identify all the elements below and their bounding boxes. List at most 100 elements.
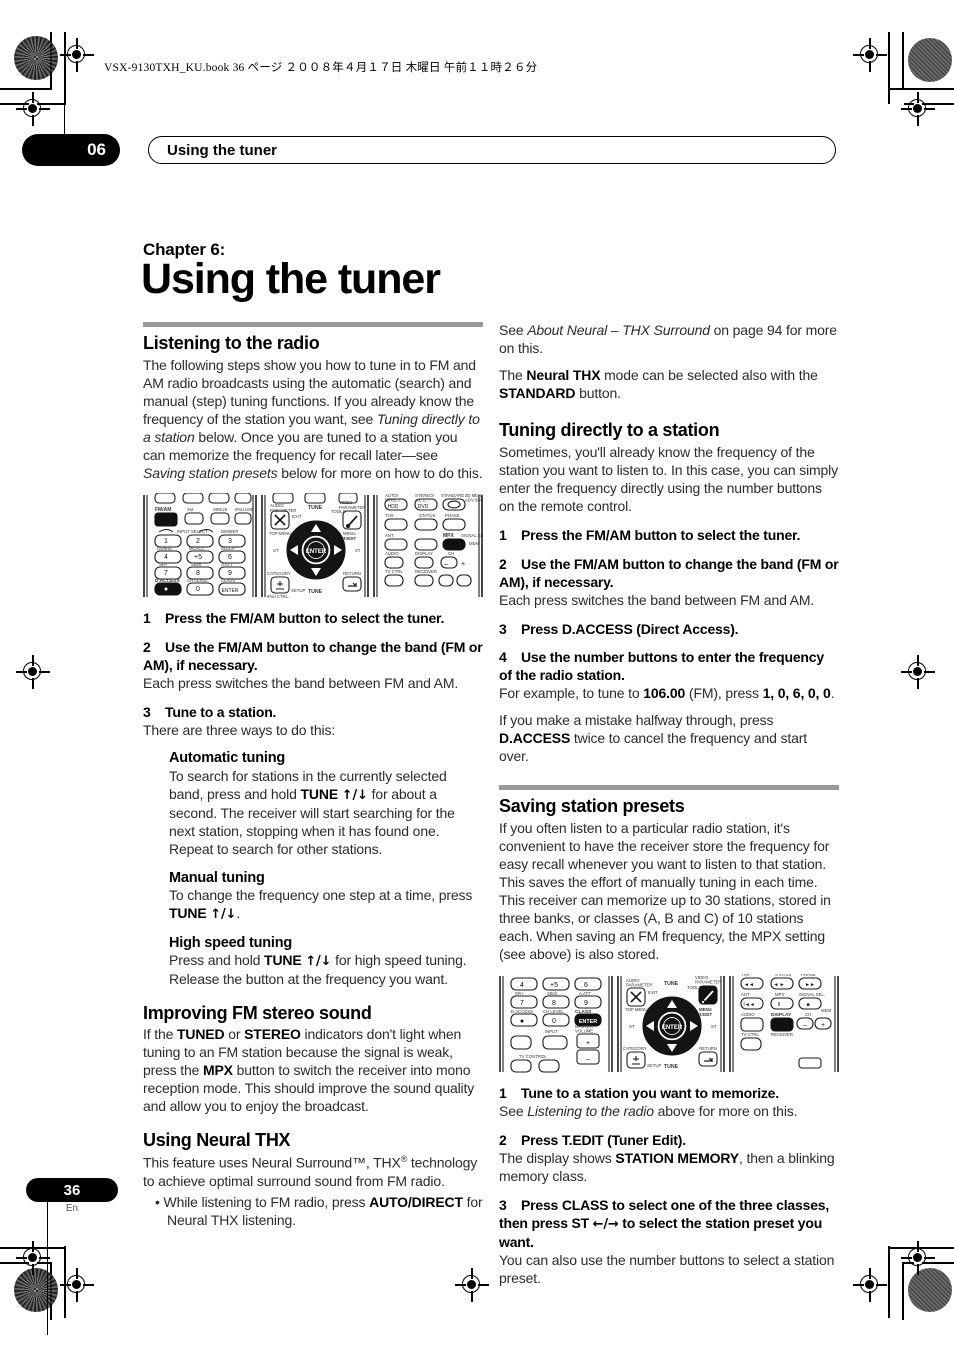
presets-intro: If you often listen to a particular radi… bbox=[499, 820, 831, 962]
svg-text:CH: CH bbox=[448, 551, 454, 556]
svg-text:SBch: SBch bbox=[191, 562, 202, 567]
svg-text:SIGNAL SEL.: SIGNAL SEL. bbox=[799, 992, 825, 997]
svg-text:●: ● bbox=[520, 1018, 524, 1025]
svg-text:7: 7 bbox=[520, 1000, 524, 1007]
svg-text:►►: ►► bbox=[805, 982, 815, 988]
svg-text:PARAMETER: PARAMETER bbox=[626, 983, 652, 988]
text: Press and hold bbox=[169, 951, 265, 968]
bold-stereo: STEREO bbox=[244, 1026, 301, 1043]
svg-text:SLEEP: SLEEP bbox=[221, 546, 235, 551]
bold-d-access: D.ACCESS bbox=[499, 730, 571, 747]
svg-text:SBch: SBch bbox=[547, 991, 558, 996]
text: The display shows bbox=[499, 1149, 616, 1166]
svg-text:THX: THX bbox=[385, 513, 394, 518]
svg-text:T.EDIT: T.EDIT bbox=[343, 536, 357, 541]
registration-mark bbox=[853, 1268, 887, 1302]
direct-tuning-intro: Sometimes, you'll already know the frequ… bbox=[499, 443, 838, 514]
manual-tuning-body: To change the frequency one step at a ti… bbox=[169, 887, 483, 924]
svg-text:MEM: MEM bbox=[469, 541, 479, 546]
bold-mpx: MPX bbox=[202, 1062, 233, 1079]
svg-text:INPUT SELECT: INPUT SELECT bbox=[177, 529, 208, 534]
text: . bbox=[236, 904, 241, 921]
svg-text:0: 0 bbox=[196, 586, 200, 593]
remote-control-illustration: ENTER bbox=[499, 974, 839, 1073]
svg-text:TV CONTROL: TV CONTROL bbox=[519, 1054, 547, 1059]
text: For example, to tune to bbox=[499, 685, 644, 702]
step-number: 1 bbox=[499, 526, 507, 543]
registration-mark bbox=[60, 1268, 94, 1302]
svg-text:ADV.SURR: ADV.SURR bbox=[465, 497, 483, 502]
section-heading-listening: Listening to the radio bbox=[143, 333, 320, 353]
automatic-tuning-body: To search for stations in the currently … bbox=[169, 768, 483, 859]
registration-mark bbox=[901, 655, 935, 689]
svg-text:6: 6 bbox=[584, 982, 588, 989]
svg-text:TOP MENU: TOP MENU bbox=[269, 531, 292, 536]
svg-text:CH: CH bbox=[805, 1012, 811, 1017]
svg-text:0: 0 bbox=[552, 1018, 556, 1025]
rt-step-2-body: Each press switches the band between FM … bbox=[499, 591, 815, 608]
svg-text:CH LEVEL: CH LEVEL bbox=[187, 578, 208, 583]
registration-mark bbox=[853, 38, 887, 72]
svg-text:D.ACCESS: D.ACCESS bbox=[511, 1009, 533, 1014]
svg-text:DISPLAY: DISPLAY bbox=[415, 551, 433, 556]
svg-text:3: 3 bbox=[228, 538, 232, 545]
left-right-arrow-icon: ←/→ bbox=[592, 1216, 619, 1232]
halftone-patch bbox=[14, 36, 58, 80]
registration-mark bbox=[455, 1268, 489, 1302]
svg-text:ENTER: ENTER bbox=[662, 1025, 683, 1031]
svg-text:+5: +5 bbox=[550, 982, 558, 989]
italic-cross-reference: About Neural – THX Surround bbox=[527, 322, 710, 338]
svg-text:I◄◄: I◄◄ bbox=[743, 1002, 754, 1008]
preset-step-1-body: See Listening to the radio above for mor… bbox=[499, 1103, 839, 1121]
chapter-number-badge: 06 bbox=[22, 134, 120, 166]
svg-text:ANT: ANT bbox=[741, 992, 750, 997]
svg-text:MPX: MPX bbox=[443, 533, 455, 539]
svg-text:CH LEVEL: CH LEVEL bbox=[543, 1009, 564, 1014]
preset-step-1: 1 Tune to a station you want to memorize. bbox=[499, 1085, 839, 1103]
section-rule bbox=[499, 785, 839, 791]
preset-step-2-body: The display shows STATION MEMORY, then a… bbox=[499, 1150, 839, 1186]
svg-text:+: + bbox=[461, 561, 465, 568]
rt-step-2: 2 Use the FM/AM button to change the band… bbox=[499, 556, 839, 592]
svg-text:GENRE: GENRE bbox=[157, 546, 172, 551]
svg-text:+5: +5 bbox=[194, 554, 202, 561]
subheading-automatic-tuning: Automatic tuning bbox=[169, 750, 286, 767]
step-number: 2 bbox=[499, 555, 507, 572]
svg-text:iPod CTRL.: iPod CTRL. bbox=[267, 594, 289, 599]
step-title: Tune to a station you want to memorize. bbox=[521, 1084, 779, 1101]
svg-text:A.L.C.: A.L.C. bbox=[415, 497, 427, 502]
svg-text:4: 4 bbox=[164, 554, 168, 561]
svg-text:■: ■ bbox=[806, 1002, 809, 1008]
step-2-body: Each press switches the band between FM … bbox=[143, 674, 459, 691]
right-column: See About Neural – THX Surround on page … bbox=[499, 322, 839, 1288]
step-title: Press D.ACCESS (Direct Access). bbox=[521, 620, 739, 637]
svg-text:SR+: SR+ bbox=[159, 562, 168, 567]
svg-text:SR+: SR+ bbox=[515, 991, 524, 996]
neural-note-p2: The Neural THX mode can be selected also… bbox=[499, 367, 839, 403]
svg-text:PARAMETER: PARAMETER bbox=[270, 508, 296, 513]
text: If the bbox=[143, 1026, 177, 1043]
bold-tune: TUNE bbox=[300, 785, 339, 802]
svg-text:SIGNAL SEL.: SIGNAL SEL. bbox=[461, 533, 483, 538]
svg-text:1: 1 bbox=[164, 538, 168, 545]
crop-line bbox=[888, 32, 890, 104]
svg-text:RECEIVER: RECEIVER bbox=[771, 1032, 793, 1037]
svg-text:TUNE: TUNE bbox=[664, 1064, 679, 1070]
text: To change the frequency one step at a ti… bbox=[169, 886, 473, 903]
svg-text:TOOLS: TOOLS bbox=[687, 985, 702, 990]
svg-text:9: 9 bbox=[228, 570, 232, 577]
preset-step-3: 3 Press CLASS to select one of the three … bbox=[499, 1197, 839, 1252]
svg-text:SETUP: SETUP bbox=[291, 588, 305, 593]
step-title: Use the FM/AM button to change the band … bbox=[143, 638, 483, 673]
bold-neural-thx: Neural THX bbox=[526, 366, 601, 383]
svg-text:STATUS: STATUS bbox=[419, 513, 435, 518]
text: See bbox=[499, 1102, 528, 1119]
neural-note-p1: See About Neural – THX Surround on page … bbox=[499, 322, 839, 358]
text: While listening to FM radio, press bbox=[163, 1193, 370, 1210]
step-2: 2 Use the FM/AM button to change the band… bbox=[143, 639, 483, 675]
crop-line bbox=[890, 88, 954, 90]
svg-text:TUNE: TUNE bbox=[664, 981, 679, 987]
text: button. bbox=[575, 384, 621, 401]
text: This feature uses Neural Surround™, THX bbox=[143, 1154, 401, 1171]
subheading-high-speed-tuning: High speed tuning bbox=[169, 934, 293, 951]
